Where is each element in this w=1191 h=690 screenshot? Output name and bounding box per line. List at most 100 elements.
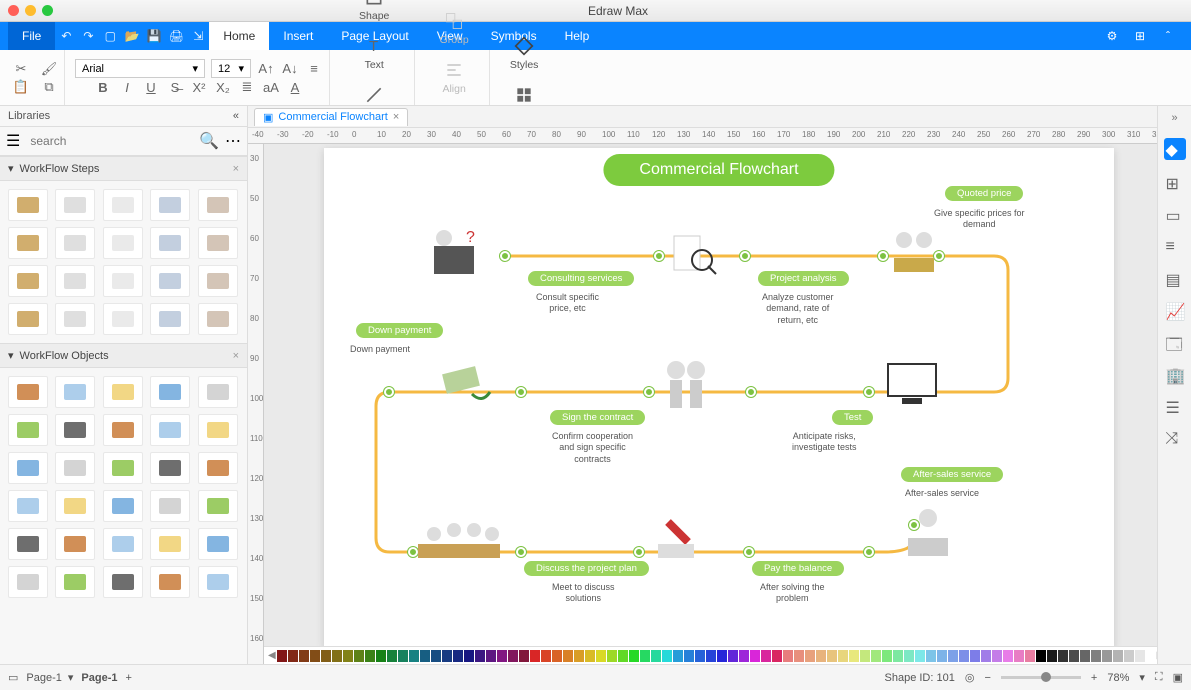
shape-thumbnail[interactable]	[150, 414, 190, 446]
font-color-icon[interactable]: A	[286, 78, 304, 96]
color-swatch[interactable]	[904, 650, 914, 662]
flowchart-node-label[interactable]: Project analysis	[758, 271, 849, 286]
table-panel-icon[interactable]: 🗔	[1166, 334, 1184, 352]
collapse-ribbon-icon[interactable]: ˆ	[1161, 29, 1175, 43]
color-swatch[interactable]	[321, 650, 331, 662]
menu-home[interactable]: Home	[209, 22, 269, 50]
shape-thumbnail[interactable]	[8, 566, 48, 598]
color-swatch[interactable]	[277, 650, 287, 662]
color-swatch[interactable]	[508, 650, 518, 662]
flowchart-node-label[interactable]: Discuss the project plan	[524, 561, 649, 576]
shape-thumbnail[interactable]	[8, 490, 48, 522]
connector-node[interactable]	[654, 251, 664, 261]
shape-thumbnail[interactable]	[198, 227, 238, 259]
shape-thumbnail[interactable]	[150, 303, 190, 335]
page[interactable]: Commercial Flowchart	[324, 148, 1114, 648]
zoom-dropdown-icon[interactable]: ▾	[1139, 671, 1145, 684]
add-page-icon[interactable]: +	[126, 672, 132, 684]
shape-thumbnail[interactable]	[8, 189, 48, 221]
text-tool[interactable]: TText	[354, 33, 394, 74]
color-swatch[interactable]	[299, 650, 309, 662]
fullscreen-icon[interactable]: ▣	[1173, 671, 1183, 684]
export-icon[interactable]: ⇲	[191, 29, 205, 43]
color-swatch[interactable]	[662, 650, 672, 662]
target-icon[interactable]: ◎	[965, 671, 975, 684]
search-input[interactable]	[26, 130, 193, 152]
dashboard-icon[interactable]: ⊞	[1166, 174, 1184, 192]
shape-thumbnail[interactable]	[198, 189, 238, 221]
layers-icon[interactable]: ≡	[1166, 238, 1184, 256]
connector-node[interactable]	[864, 547, 874, 557]
color-swatch[interactable]	[387, 650, 397, 662]
document-tab[interactable]: ▣ Commercial Flowchart ×	[254, 108, 408, 126]
group-tool[interactable]: Group	[430, 8, 479, 49]
close-tab-icon[interactable]: ×	[393, 111, 399, 123]
color-swatch[interactable]	[1124, 650, 1134, 662]
color-swatch[interactable]	[816, 650, 826, 662]
color-swatch[interactable]	[310, 650, 320, 662]
fill-panel-icon[interactable]: ◆	[1164, 138, 1186, 160]
layout-mode-icon[interactable]: ▭	[8, 671, 18, 684]
zoom-out-icon[interactable]: −	[984, 672, 990, 684]
shape-thumbnail[interactable]	[103, 376, 143, 408]
chart-panel-icon[interactable]: 📈	[1166, 302, 1184, 320]
case-icon[interactable]: aA	[262, 78, 280, 96]
shape-thumbnail[interactable]	[198, 490, 238, 522]
new-icon[interactable]: ▢	[103, 29, 117, 43]
color-swatch[interactable]	[794, 650, 804, 662]
color-swatch[interactable]	[673, 650, 683, 662]
shape-thumbnail[interactable]	[198, 303, 238, 335]
shape-thumbnail[interactable]	[8, 303, 48, 335]
copy-icon[interactable]: ⧉	[40, 78, 58, 96]
color-swatch[interactable]	[354, 650, 364, 662]
shape-thumbnail[interactable]	[55, 414, 95, 446]
color-swatch[interactable]	[827, 650, 837, 662]
shape-thumbnail[interactable]	[55, 227, 95, 259]
zoom-in-icon[interactable]: +	[1091, 672, 1097, 684]
flowchart-node-label[interactable]: Down payment	[356, 323, 443, 338]
shape-thumbnail[interactable]	[198, 452, 238, 484]
menu-help[interactable]: Help	[551, 22, 604, 50]
color-swatch[interactable]	[453, 650, 463, 662]
file-menu[interactable]: File	[8, 22, 55, 50]
color-swatch[interactable]	[1102, 650, 1112, 662]
shape-thumbnail[interactable]	[8, 528, 48, 560]
shape-thumbnail[interactable]	[103, 303, 143, 335]
underline-icon[interactable]: U	[142, 78, 160, 96]
gear-icon[interactable]: ⚙	[1105, 29, 1119, 43]
shape-thumbnail[interactable]	[198, 376, 238, 408]
collapse-library-icon[interactable]: «	[233, 110, 239, 122]
font-size-select[interactable]: 12▾	[211, 59, 251, 78]
connector-node[interactable]	[500, 251, 510, 261]
color-swatch[interactable]	[607, 650, 617, 662]
color-swatch[interactable]	[530, 650, 540, 662]
cut-icon[interactable]: ✂	[12, 60, 30, 78]
color-swatch[interactable]	[1003, 650, 1013, 662]
color-swatch[interactable]	[695, 650, 705, 662]
building-icon[interactable]: 🏢	[1166, 366, 1184, 384]
shape-thumbnail[interactable]	[55, 566, 95, 598]
grid-icon[interactable]: ⊞	[1133, 29, 1147, 43]
shape-thumbnail[interactable]	[103, 528, 143, 560]
undo-icon[interactable]: ↶	[59, 29, 73, 43]
connector-node[interactable]	[516, 547, 526, 557]
color-swatch[interactable]	[585, 650, 595, 662]
shape-thumbnail[interactable]	[55, 452, 95, 484]
shape-thumbnail[interactable]	[8, 414, 48, 446]
color-swatch[interactable]	[420, 650, 430, 662]
color-swatch[interactable]	[970, 650, 980, 662]
zoom-slider[interactable]	[1001, 676, 1081, 679]
color-swatch[interactable]	[1113, 650, 1123, 662]
format-painter-icon[interactable]: 🖌	[40, 60, 58, 78]
text-align-icon[interactable]: ≡	[305, 60, 323, 78]
current-page[interactable]: Page-1	[81, 672, 117, 684]
illustration-sign[interactable]	[658, 356, 714, 412]
color-swatch[interactable]	[376, 650, 386, 662]
shape-thumbnail[interactable]	[103, 189, 143, 221]
color-swatch[interactable]	[871, 650, 881, 662]
color-swatch[interactable]	[706, 650, 716, 662]
illustration-consulting[interactable]: ?	[424, 226, 484, 276]
color-swatch[interactable]	[1036, 650, 1046, 662]
connector-node[interactable]	[634, 547, 644, 557]
connector-node[interactable]	[384, 387, 394, 397]
